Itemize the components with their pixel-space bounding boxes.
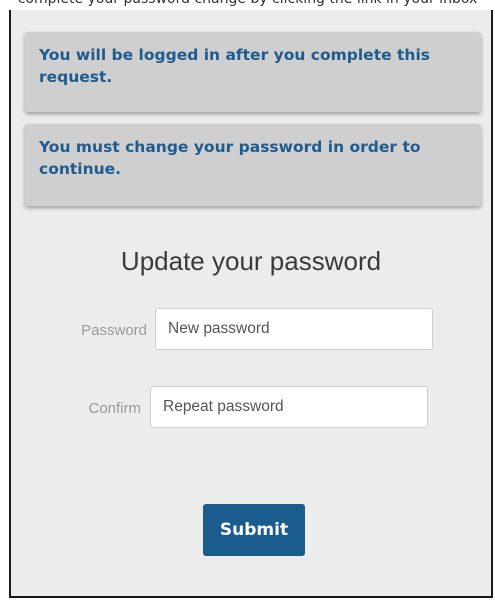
password-label: Password — [81, 322, 147, 339]
page-frame: complete your password change by clickin… — [0, 0, 495, 600]
submit-button[interactable]: Submit — [203, 504, 305, 556]
alert-login-info: You will be logged in after you complete… — [25, 32, 481, 112]
form-title: Update your password — [120, 246, 382, 276]
password-update-panel: You will be logged in after you complete… — [9, 10, 493, 598]
new-password-input[interactable] — [155, 308, 433, 350]
confirm-label: Confirm — [88, 400, 141, 417]
alert-password-required: You must change your password in order t… — [25, 124, 481, 206]
top-caption: complete your password change by clickin… — [0, 0, 495, 10]
repeat-password-input[interactable] — [150, 386, 428, 428]
